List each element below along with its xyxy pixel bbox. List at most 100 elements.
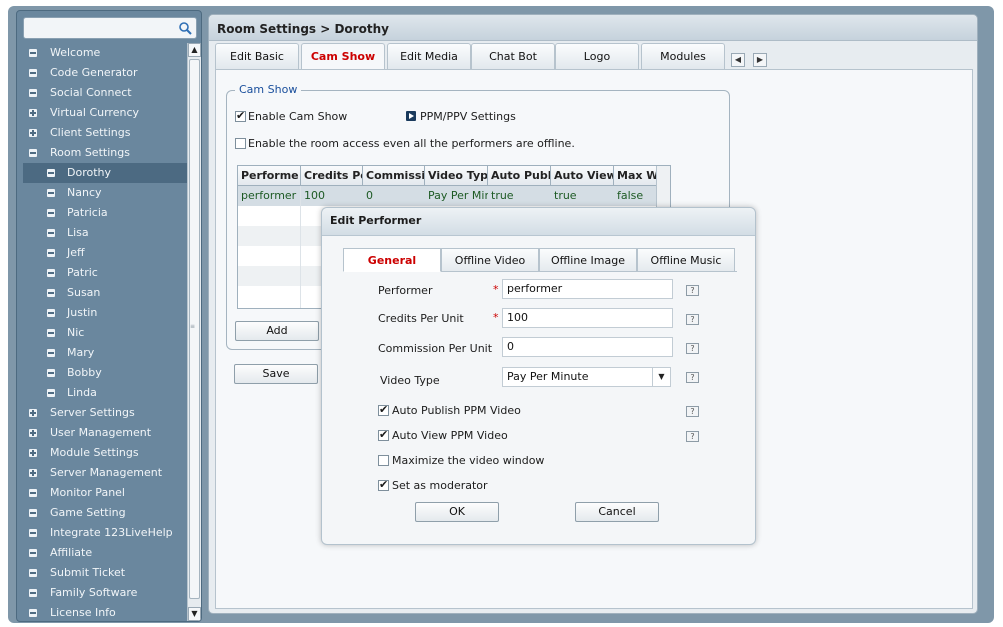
- sidebar-item-client-settings[interactable]: Client Settings: [23, 123, 187, 143]
- dialog-tab-offline-music[interactable]: Offline Music: [637, 248, 735, 272]
- add-button[interactable]: Add: [235, 321, 319, 341]
- sidebar-item-affiliate[interactable]: Affiliate: [23, 543, 187, 563]
- offline-access-checkbox[interactable]: [235, 138, 246, 149]
- sidebar-item-dorothy[interactable]: Dorothy: [23, 163, 187, 183]
- sidebar-item-server-settings[interactable]: Server Settings: [23, 403, 187, 423]
- play-icon[interactable]: [406, 111, 416, 121]
- sidebar-item-patricia[interactable]: Patricia: [23, 203, 187, 223]
- help-icon[interactable]: ?: [686, 314, 699, 325]
- collapse-icon[interactable]: [29, 549, 37, 557]
- sidebar-item-integrate-123livehelp[interactable]: Integrate 123LiveHelp: [23, 523, 187, 543]
- cancel-button[interactable]: Cancel: [575, 502, 659, 522]
- credits-per-unit-field[interactable]: 100: [502, 308, 673, 328]
- dialog-header[interactable]: Edit Performer: [322, 208, 755, 236]
- sidebar-item-user-management[interactable]: User Management: [23, 423, 187, 443]
- column-header[interactable]: Video Typ: [425, 166, 488, 186]
- collapse-icon[interactable]: [47, 389, 55, 397]
- collapse-icon[interactable]: [29, 589, 37, 597]
- expand-icon[interactable]: [29, 409, 37, 417]
- sidebar-item-game-setting[interactable]: Game Setting: [23, 503, 187, 523]
- enable-cam-show-checkbox[interactable]: [235, 109, 246, 122]
- maximize-video-checkbox[interactable]: [378, 455, 389, 466]
- column-header[interactable]: Auto View: [551, 166, 614, 186]
- sidebar-item-social-connect[interactable]: Social Connect: [23, 83, 187, 103]
- column-header[interactable]: Auto Publ: [488, 166, 551, 186]
- sidebar-item-nic[interactable]: Nic: [23, 323, 187, 343]
- collapse-icon[interactable]: [47, 229, 55, 237]
- sidebar-item-code-generator[interactable]: Code Generator: [23, 63, 187, 83]
- help-icon[interactable]: ?: [686, 285, 699, 296]
- collapse-icon[interactable]: [29, 69, 37, 77]
- tab-edit-media[interactable]: Edit Media: [387, 43, 471, 69]
- commission-per-unit-field[interactable]: 0: [502, 337, 673, 357]
- sidebar-item-submit-ticket[interactable]: Submit Ticket: [23, 563, 187, 583]
- collapse-icon[interactable]: [29, 569, 37, 577]
- collapse-icon[interactable]: [29, 529, 37, 537]
- scroll-down-icon[interactable]: ▼: [188, 607, 201, 621]
- sidebar-item-linda[interactable]: Linda: [23, 383, 187, 403]
- collapse-icon[interactable]: [47, 189, 55, 197]
- save-button[interactable]: Save: [234, 364, 318, 384]
- performer-field[interactable]: performer: [502, 279, 673, 299]
- sidebar-item-room-settings[interactable]: Room Settings: [23, 143, 187, 163]
- ppm-ppv-settings-link[interactable]: PPM/PPV Settings: [420, 110, 516, 123]
- sidebar-item-susan[interactable]: Susan: [23, 283, 187, 303]
- table-row[interactable]: performer 100 0 Pay Per Min true true fa…: [238, 186, 658, 206]
- sidebar-item-jeff[interactable]: Jeff: [23, 243, 187, 263]
- sidebar-item-family-software[interactable]: Family Software: [23, 583, 187, 603]
- collapse-icon[interactable]: [47, 309, 55, 317]
- tab-edit-basic[interactable]: Edit Basic: [215, 43, 299, 69]
- collapse-icon[interactable]: [47, 349, 55, 357]
- collapse-icon[interactable]: [47, 369, 55, 377]
- sidebar-item-justin[interactable]: Justin: [23, 303, 187, 323]
- collapse-icon[interactable]: [47, 169, 55, 177]
- collapse-icon[interactable]: [29, 509, 37, 517]
- help-icon[interactable]: ?: [686, 343, 699, 354]
- expand-icon[interactable]: [29, 109, 37, 117]
- scroll-up-icon[interactable]: ▲: [188, 43, 201, 57]
- column-header[interactable]: Commissi: [363, 166, 425, 186]
- sidebar-item-patric[interactable]: Patric: [23, 263, 187, 283]
- dialog-tab-offline-image[interactable]: Offline Image: [539, 248, 637, 272]
- set-moderator-checkbox[interactable]: [378, 478, 389, 491]
- auto-view-checkbox[interactable]: [378, 428, 389, 441]
- sidebar-item-nancy[interactable]: Nancy: [23, 183, 187, 203]
- expand-icon[interactable]: [29, 469, 37, 477]
- expand-icon[interactable]: [29, 449, 37, 457]
- sidebar-item-mary[interactable]: Mary: [23, 343, 187, 363]
- collapse-icon[interactable]: [29, 149, 37, 157]
- sidebar-item-virtual-currency[interactable]: Virtual Currency: [23, 103, 187, 123]
- video-type-select[interactable]: Pay Per Minute ▼: [502, 367, 671, 387]
- sidebar-item-server-management[interactable]: Server Management: [23, 463, 187, 483]
- tab-scroll-left-icon[interactable]: ◀: [731, 53, 745, 67]
- collapse-icon[interactable]: [29, 49, 37, 57]
- sidebar-item-monitor-panel[interactable]: Monitor Panel: [23, 483, 187, 503]
- sidebar-item-bobby[interactable]: Bobby: [23, 363, 187, 383]
- help-icon[interactable]: ?: [686, 406, 699, 417]
- tab-cam-show[interactable]: Cam Show: [301, 43, 385, 71]
- dialog-tab-general[interactable]: General: [343, 248, 441, 272]
- collapse-icon[interactable]: [29, 609, 37, 617]
- sidebar-item-lisa[interactable]: Lisa: [23, 223, 187, 243]
- collapse-icon[interactable]: [47, 209, 55, 217]
- ok-button[interactable]: OK: [415, 502, 499, 522]
- sidebar-item-welcome[interactable]: Welcome: [23, 43, 187, 63]
- tab-modules[interactable]: Modules: [641, 43, 725, 69]
- search-icon[interactable]: [178, 21, 192, 35]
- sidebar-item-module-settings[interactable]: Module Settings: [23, 443, 187, 463]
- collapse-icon[interactable]: [47, 289, 55, 297]
- column-header[interactable]: Max W: [614, 166, 658, 186]
- help-icon[interactable]: ?: [686, 431, 699, 442]
- search-input[interactable]: [23, 17, 197, 39]
- collapse-icon[interactable]: [29, 89, 37, 97]
- expand-icon[interactable]: [29, 429, 37, 437]
- tab-chat-bot[interactable]: Chat Bot: [471, 43, 555, 69]
- auto-publish-checkbox[interactable]: [378, 403, 389, 416]
- column-header[interactable]: Performe: [238, 166, 301, 186]
- sidebar-item-license-info[interactable]: License Info: [23, 603, 187, 621]
- collapse-icon[interactable]: [47, 269, 55, 277]
- help-icon[interactable]: ?: [686, 372, 699, 383]
- column-header[interactable]: Credits Pe: [301, 166, 363, 186]
- collapse-icon[interactable]: [29, 489, 37, 497]
- collapse-icon[interactable]: [47, 329, 55, 337]
